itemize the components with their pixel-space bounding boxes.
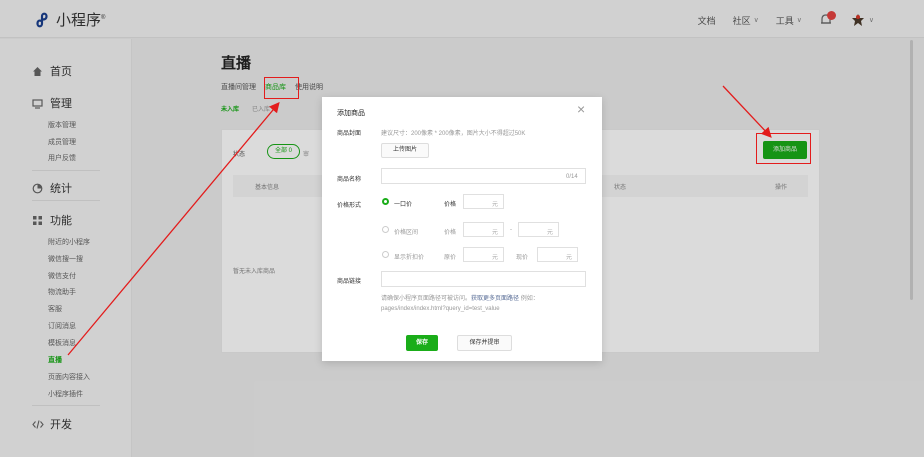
annotation-arrow-to-add	[722, 85, 772, 138]
annotation-arrow-to-tab	[67, 102, 280, 356]
annotation-arrows	[67, 85, 772, 356]
